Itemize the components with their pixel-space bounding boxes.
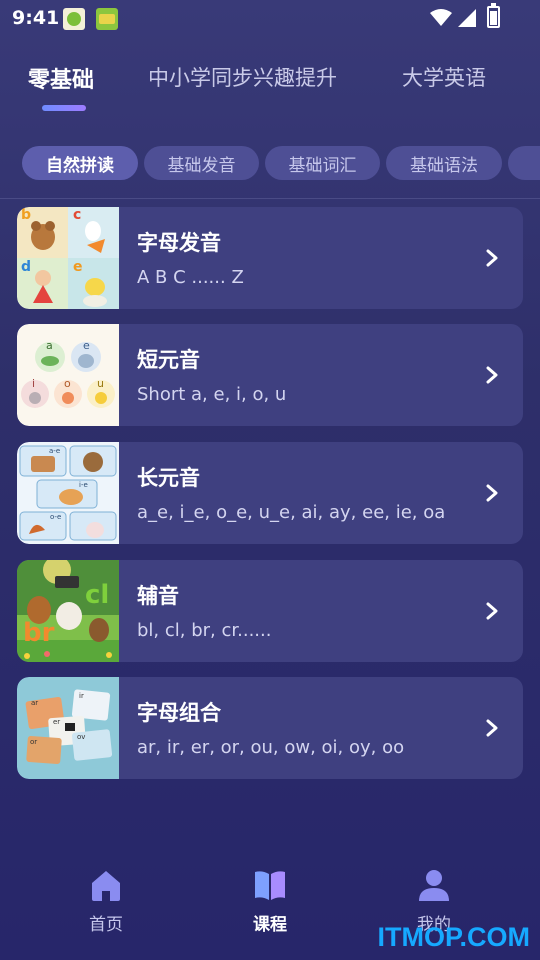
chevron-right-icon xyxy=(486,602,498,620)
course-thumbnail: b c d e xyxy=(17,207,119,309)
course-title: 长元音 xyxy=(137,466,200,490)
status-bar: 9:41 xyxy=(0,0,540,36)
thumb-letter-c: c xyxy=(73,207,82,223)
nav-courses[interactable]: 课程 xyxy=(225,868,315,948)
chip-pronunciation[interactable]: 基础发音 xyxy=(144,146,259,180)
tab-school-sync[interactable]: 中小学同步兴趣提升 xyxy=(148,62,337,92)
notification-app-icon xyxy=(63,8,85,30)
thumb-letter-i: i xyxy=(32,377,36,390)
chip-vocabulary[interactable]: 基础词汇 xyxy=(265,146,380,180)
chevron-right-icon xyxy=(486,484,498,502)
course-card-consonants[interactable]: cl br 辅音 bl, cl, br, cr...... xyxy=(17,560,523,662)
thumb-label-or: or xyxy=(30,738,38,746)
thumb-label-i-e: i-e xyxy=(79,481,88,489)
status-time: 9:41 xyxy=(12,7,60,29)
thumb-letter-u: u xyxy=(97,377,104,390)
thumb-letter-o: o xyxy=(64,377,71,390)
course-thumbnail: ar ir er or ov xyxy=(17,677,119,779)
home-icon xyxy=(92,871,120,901)
course-thumbnail: cl br xyxy=(17,560,119,662)
thumb-label-o-e: o-e xyxy=(50,513,62,521)
thumb-letter-d: d xyxy=(21,259,32,275)
thumb-label-ar: ar xyxy=(31,699,39,707)
course-thumbnail: a-e i-e o-e xyxy=(17,442,119,544)
thumb-label-er: er xyxy=(53,718,61,726)
course-card-letters[interactable]: b c d e 字母发音 A B C ...... Z xyxy=(17,207,523,309)
thumb-label-ir: ir xyxy=(79,692,84,700)
nav-courses-label: 课程 xyxy=(253,915,287,935)
course-subtitle: a_e, i_e, o_e, u_e, ai, ay, ee, ie, oa xyxy=(137,502,446,523)
thumb-letters-br: br xyxy=(23,618,55,648)
thumb-letter-a: a xyxy=(46,339,53,352)
thumb-letter-e: e xyxy=(73,259,83,275)
active-tab-indicator xyxy=(42,105,86,111)
sub-tabs: 自然拼读 基础发音 基础词汇 基础语法 xyxy=(22,146,540,182)
chevron-right-icon xyxy=(486,366,498,384)
thumb-letter-b: b xyxy=(21,207,32,223)
chip-more[interactable] xyxy=(508,146,540,180)
course-card-letter-combos[interactable]: ar ir er or ov 字母组合 ar, ir, er, or, ou, … xyxy=(17,677,523,779)
course-title: 字母组合 xyxy=(137,701,221,725)
course-subtitle: A B C ...... Z xyxy=(137,267,244,288)
divider xyxy=(0,198,540,199)
user-icon xyxy=(419,870,449,901)
course-thumbnail: a e i o u xyxy=(17,324,119,426)
top-tabs: 零基础 中小学同步兴趣提升 大学英语 xyxy=(0,62,540,118)
course-subtitle: bl, cl, br, cr...... xyxy=(137,620,272,641)
signal-icon xyxy=(458,9,476,27)
chip-grammar[interactable]: 基础语法 xyxy=(386,146,502,180)
thumb-label-ov: ov xyxy=(77,733,86,741)
watermark: ITMOP.COM xyxy=(377,922,530,952)
nav-home-label: 首页 xyxy=(89,915,123,935)
course-subtitle: Short a, e, i, o, u xyxy=(137,384,287,405)
chevron-right-icon xyxy=(486,249,498,267)
thumb-label-a-e: a-e xyxy=(49,447,61,455)
chevron-right-icon xyxy=(486,719,498,737)
tab-college-english[interactable]: 大学英语 xyxy=(402,62,486,92)
book-icon xyxy=(255,871,285,900)
course-title: 字母发音 xyxy=(137,231,221,255)
nav-home[interactable]: 首页 xyxy=(61,868,151,948)
wifi-icon xyxy=(430,9,452,26)
tab-zero-basis[interactable]: 零基础 xyxy=(28,62,94,94)
thumb-letters-cl: cl xyxy=(85,580,110,610)
notification-app-icon xyxy=(96,8,118,30)
course-title: 辅音 xyxy=(137,584,179,608)
course-subtitle: ar, ir, er, or, ou, ow, oi, oy, oo xyxy=(137,737,405,758)
thumb-letter-e: e xyxy=(83,339,90,352)
chip-phonics[interactable]: 自然拼读 xyxy=(22,146,138,180)
battery-icon xyxy=(487,3,500,28)
course-card-long-vowels[interactable]: a-e i-e o-e 长元音 a_e, i_e, o_e, u_e, ai, … xyxy=(17,442,523,544)
course-card-short-vowels[interactable]: a e i o u 短元音 Short a, e, i, o, u xyxy=(17,324,523,426)
course-title: 短元音 xyxy=(137,348,200,372)
